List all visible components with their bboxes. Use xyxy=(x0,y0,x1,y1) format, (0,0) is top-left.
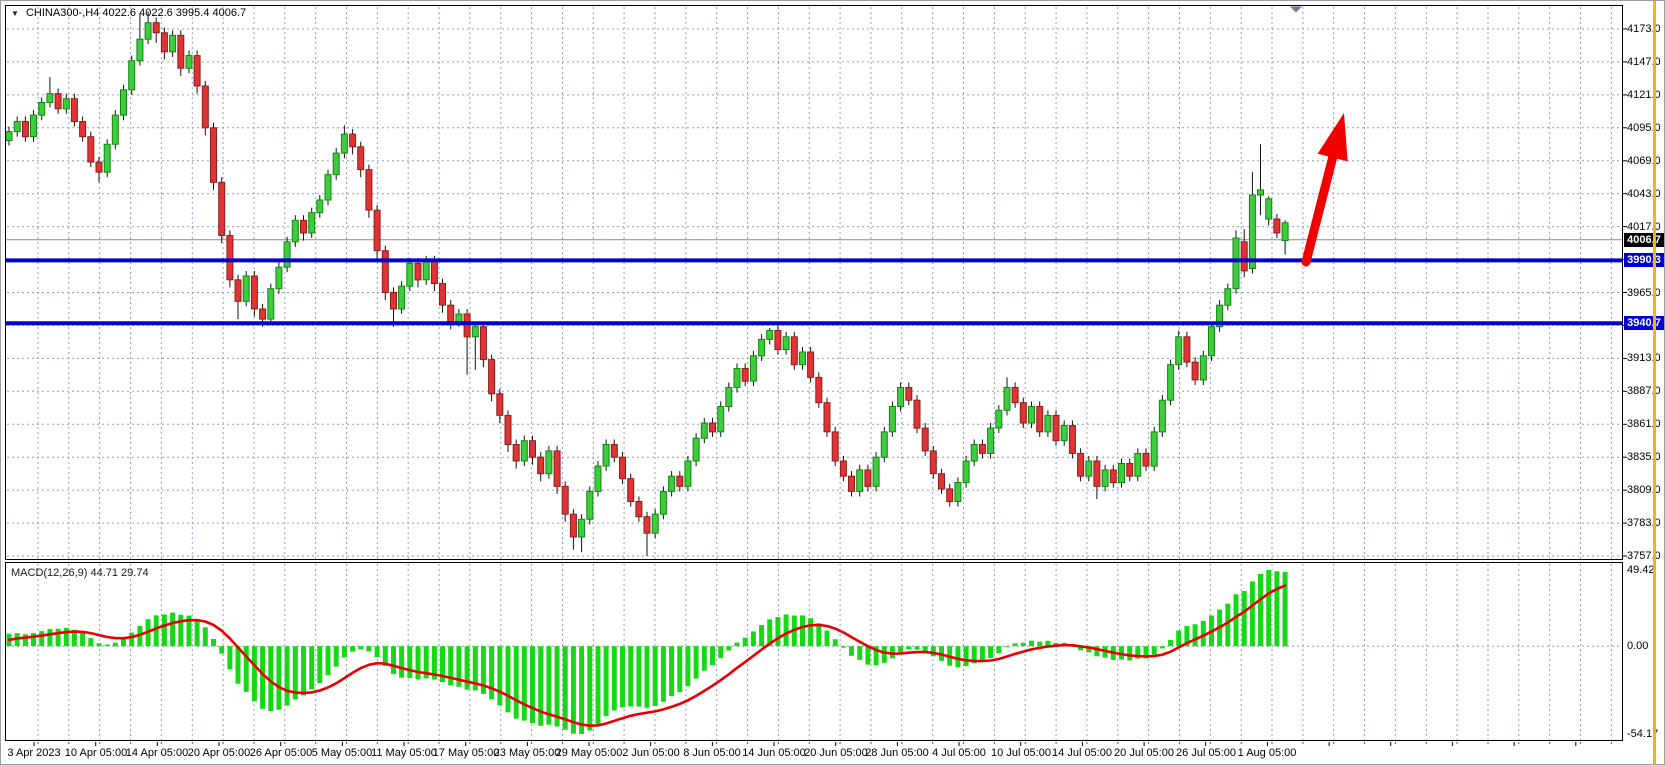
time-tick-label: 20 Jun 05:00 xyxy=(804,746,868,760)
chart-title: ▼ CHINA300-,H4 4022.6 4022.6 3995.4 4006… xyxy=(11,7,246,19)
macd-indicator-label: MACD(12,26,9) 44.71 29.74 xyxy=(11,567,149,579)
time-tick-label: 26 Jul 05:00 xyxy=(1176,746,1236,760)
candlestick-chart-canvas[interactable] xyxy=(1,1,1665,765)
time-tick-label: 10 Jul 05:00 xyxy=(991,746,1051,760)
line-price-tag: 3990.3 xyxy=(1624,253,1664,267)
time-tick-label: 14 Apr 05:00 xyxy=(126,746,188,760)
time-tick-label: 1 Aug 05:00 xyxy=(1238,746,1297,760)
time-tick-label: 8 Jun 05:00 xyxy=(683,746,741,760)
time-tick-label: 14 Jul 05:00 xyxy=(1052,746,1112,760)
time-tick-label: 3 Apr 2023 xyxy=(7,746,60,760)
macd-axis-zero-label: 0.00 xyxy=(1627,639,1648,653)
time-tick-label: 28 Jun 05:00 xyxy=(865,746,929,760)
time-tick-label: 17 May 05:00 xyxy=(433,746,500,760)
time-tick-label: 29 May 05:00 xyxy=(556,746,623,760)
current-price-tag: 4006.7 xyxy=(1624,233,1664,247)
time-tick-label: 14 Jun 05:00 xyxy=(742,746,806,760)
ohlc-values-label: 4022.6 4022.6 3995.4 4006.7 xyxy=(102,7,246,19)
time-tick-label: 4 Jul 05:00 xyxy=(932,746,986,760)
chart-window: ▼ CHINA300-,H4 4022.6 4022.6 3995.4 4006… xyxy=(0,0,1665,765)
symbol-dropdown-icon[interactable]: ▼ xyxy=(11,9,19,18)
time-tick-label: 2 Jun 05:00 xyxy=(622,746,680,760)
time-tick-label: 20 Jul 05:00 xyxy=(1114,746,1174,760)
macd-axis-max-label: 49.42 xyxy=(1627,563,1655,577)
symbol-period-label: CHINA300-,H4 xyxy=(26,7,99,19)
time-tick-label: 26 Apr 05:00 xyxy=(250,746,312,760)
time-tick-label: 10 Apr 05:00 xyxy=(65,746,127,760)
time-tick-label: 23 May 05:00 xyxy=(494,746,561,760)
time-tick-label: 20 Apr 05:00 xyxy=(188,746,250,760)
time-tick-label: 5 May 05:00 xyxy=(312,746,373,760)
time-tick-label: 11 May 05:00 xyxy=(371,746,437,760)
right-edge-strip xyxy=(1653,1,1656,765)
line-price-tag: 3940.7 xyxy=(1624,316,1664,330)
